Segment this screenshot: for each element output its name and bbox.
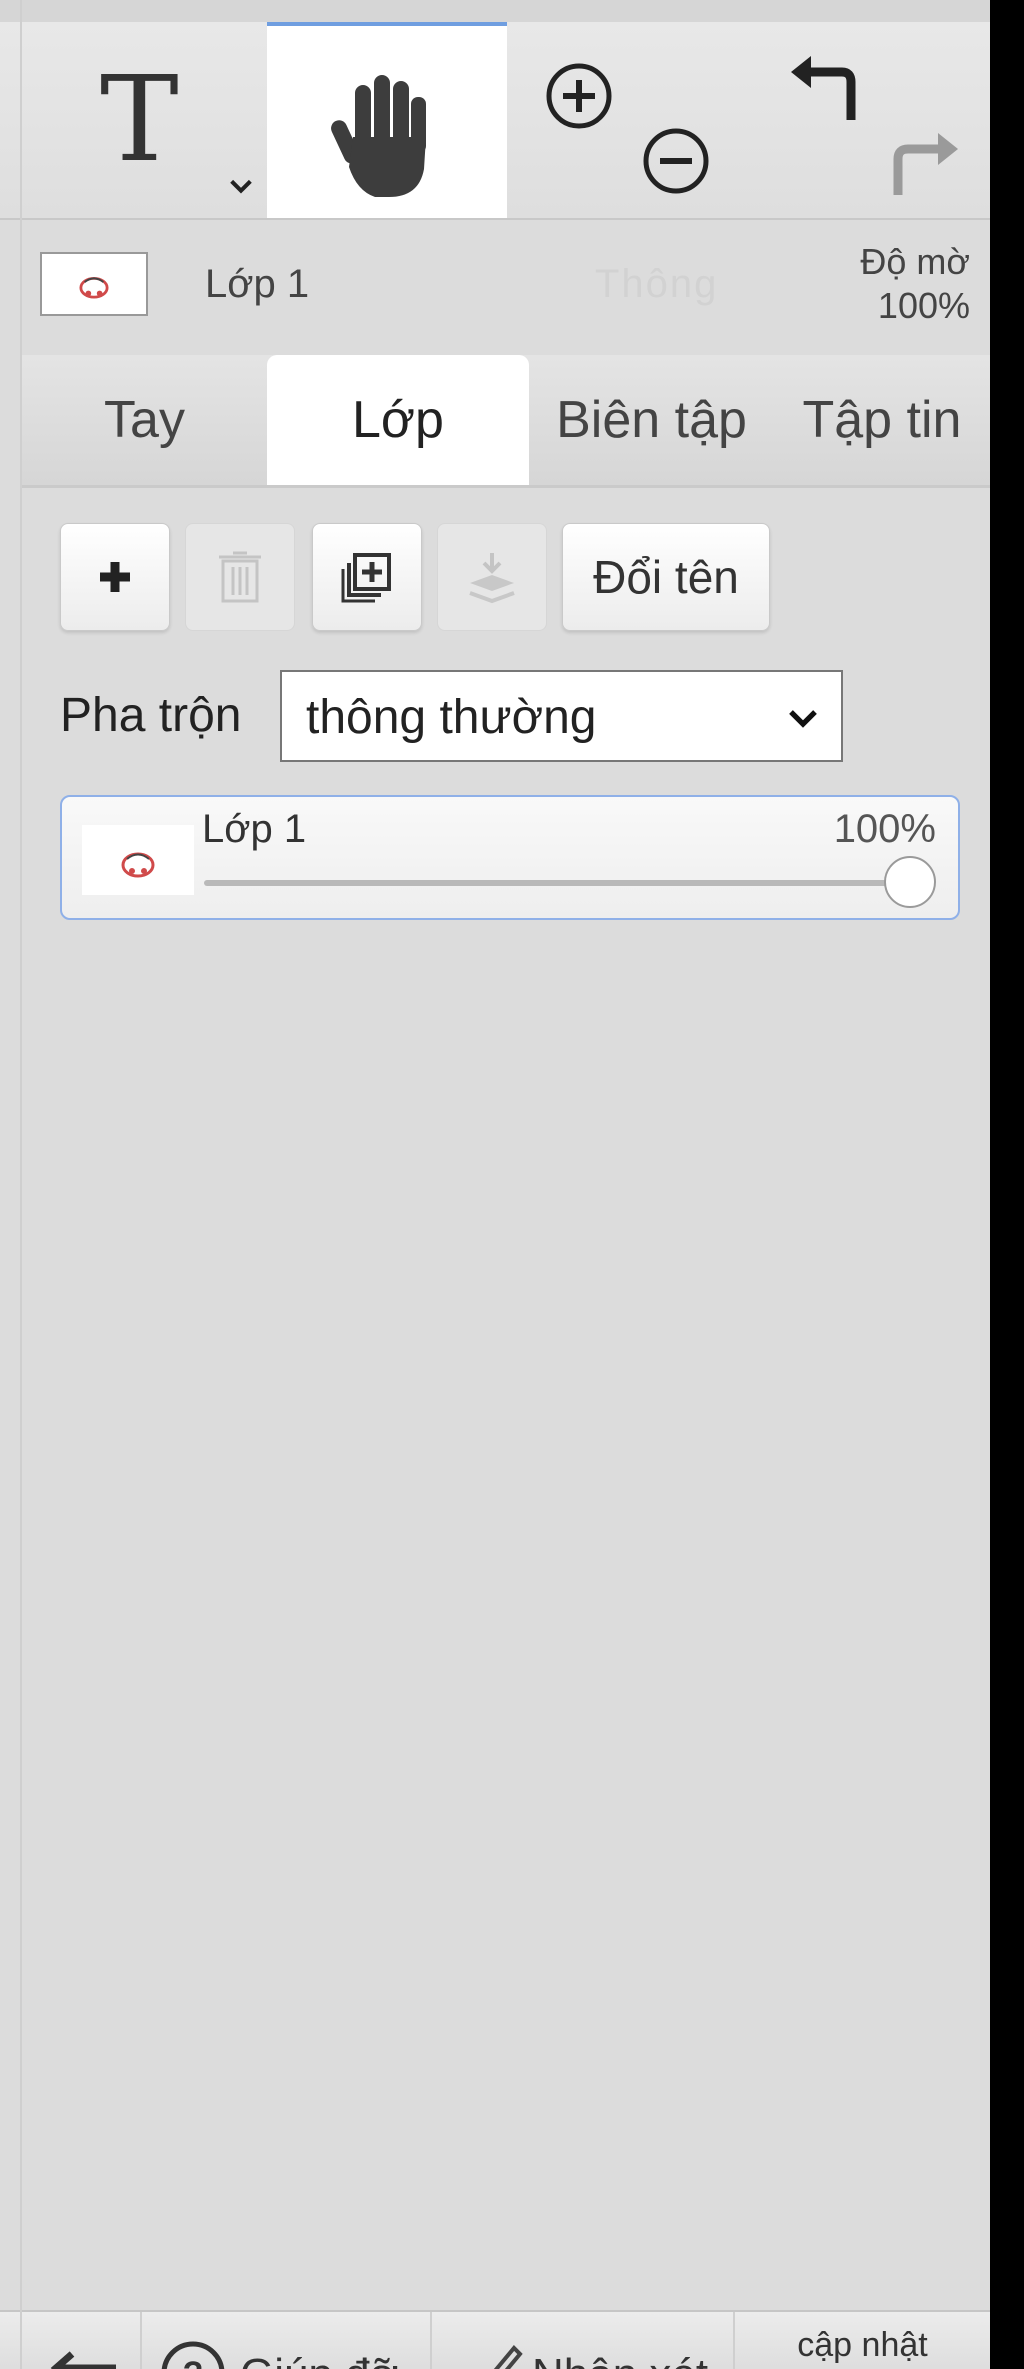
- text-tool-button[interactable]: T: [22, 22, 267, 218]
- layer-list-item[interactable]: Lớp 1 100%: [60, 795, 960, 920]
- duplicate-layer-button[interactable]: [312, 523, 422, 631]
- zoom-out-icon[interactable]: [640, 125, 712, 197]
- tab-edit[interactable]: Biên tập: [529, 355, 774, 485]
- text-icon: T: [100, 50, 179, 188]
- faded-blend-text: Thông: [595, 262, 719, 306]
- doodle-thumbnail-icon: [121, 852, 155, 878]
- current-layer-thumbnail[interactable]: [40, 252, 148, 316]
- history-tools: [752, 22, 990, 218]
- rename-layer-button[interactable]: Đổi tên: [562, 523, 770, 631]
- slider-handle[interactable]: [884, 856, 936, 908]
- doodle-thumbnail-icon: [79, 276, 109, 299]
- tab-layer[interactable]: Lớp: [267, 355, 529, 485]
- layer-opacity-slider[interactable]: [204, 880, 904, 886]
- tab-file[interactable]: Tập tin: [774, 355, 990, 485]
- tool-toolbar: T: [0, 0, 990, 220]
- tab-hand[interactable]: Tay: [22, 355, 267, 485]
- hand-tool-button[interactable]: [267, 22, 507, 218]
- undo-icon[interactable]: [787, 50, 867, 140]
- help-button[interactable]: ? Giúp đỡ: [142, 2312, 432, 2369]
- back-button[interactable]: [22, 2312, 142, 2369]
- layer-name: Lớp 1: [202, 807, 307, 851]
- current-layer-name: Lớp 1: [205, 262, 310, 306]
- bottom-bar: ? Giúp đỡ Nhận xét cập nhật: [0, 2310, 990, 2369]
- blend-mode-select[interactable]: thông thường: [280, 670, 843, 762]
- redo-icon[interactable]: [882, 117, 962, 207]
- paint-side-panel: T Lớp 1 Thông Độ mờ 100% Tay Lớp Biên tậ…: [0, 0, 990, 2369]
- merge-down-button[interactable]: [437, 523, 547, 631]
- panel-border: [20, 0, 22, 2369]
- zoom-in-icon[interactable]: [543, 60, 615, 132]
- add-layer-button[interactable]: [60, 523, 170, 631]
- blend-mode-value: thông thường: [306, 691, 597, 744]
- plus-icon: [100, 562, 130, 592]
- rename-label: Đổi tên: [593, 551, 739, 603]
- layer-opacity-value: 100%: [833, 807, 936, 851]
- pencil-icon: [493, 2345, 523, 2369]
- opacity-value: 100%: [877, 285, 970, 326]
- opacity-title: Độ mờ: [860, 241, 970, 282]
- update-button[interactable]: cập nhật: [735, 2312, 990, 2369]
- layer-thumbnail: [82, 825, 194, 895]
- chevron-down-icon[interactable]: [227, 172, 255, 200]
- feedback-button[interactable]: Nhận xét: [432, 2312, 735, 2369]
- merge-down-icon: [469, 553, 515, 604]
- feedback-label: Nhận xét: [532, 2350, 708, 2369]
- panel-tabs: Tay Lớp Biên tập Tập tin: [22, 355, 990, 488]
- blend-label: Pha trộn: [60, 689, 242, 742]
- trash-icon: [219, 551, 261, 603]
- chevron-down-icon: [789, 710, 817, 728]
- zoom-tools: [507, 22, 752, 218]
- toolbar-top-strip: [0, 0, 990, 22]
- help-icon: ?: [161, 2341, 225, 2369]
- svg-text:?: ?: [183, 2355, 204, 2369]
- delete-layer-button[interactable]: [185, 523, 295, 631]
- back-arrow-icon: [50, 2351, 116, 2369]
- opacity-readout: Độ mờ 100%: [780, 240, 970, 328]
- duplicate-icon: [341, 553, 391, 603]
- update-label: cập nhật: [797, 2326, 928, 2364]
- help-label: Giúp đỡ: [240, 2350, 399, 2369]
- hand-icon: [331, 75, 426, 197]
